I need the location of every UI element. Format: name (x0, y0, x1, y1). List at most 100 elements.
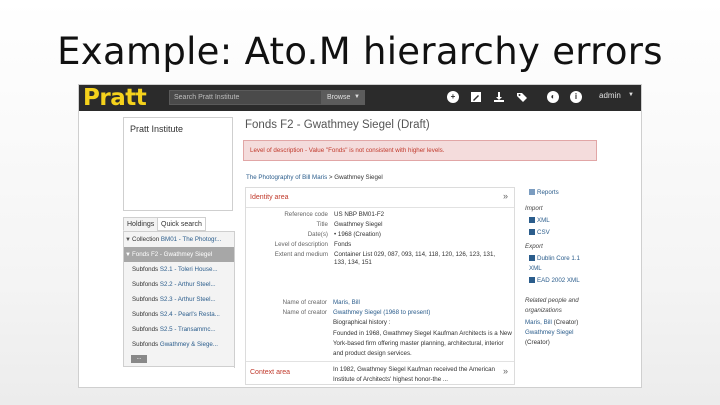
biography-heading: Biographical history : (333, 319, 391, 326)
tree-item-label[interactable]: S2.2 - Arthur Steel... (160, 281, 216, 288)
more-button[interactable]: ... (131, 355, 147, 363)
field-label: Reference code (284, 211, 328, 218)
info-icon[interactable]: i (570, 91, 582, 103)
biography-paragraph: In 1982, Gwathmey Siegel Kaufman receive… (333, 366, 495, 383)
tree-item-label[interactable]: F2 - Gwathmey Siegel (151, 251, 212, 258)
tree-item-level: Subfonds (132, 266, 159, 273)
tree-item-label[interactable]: BM01 - The Photogr... (161, 236, 221, 243)
tree-item[interactable]: Subfonds S2.2 - Arthur Steel... (124, 277, 234, 292)
field-value: Maris, Bill (333, 299, 513, 307)
import-csv-label: CSV (537, 229, 550, 236)
tree-item-label[interactable]: Gwathmey & Siege... (160, 341, 218, 348)
repository-logo-box[interactable]: Pratt Institute (123, 117, 233, 211)
identity-expand-icon[interactable]: » (503, 191, 508, 201)
tree-item[interactable]: Subfonds Gwathmey & Siege... (124, 337, 234, 352)
import-csv-link[interactable]: CSV (529, 229, 550, 236)
tree-item-label[interactable]: S2.1 - Toleri House... (160, 266, 218, 273)
field-label: Title (316, 221, 328, 228)
creator-link[interactable]: Maris, Bill (333, 299, 360, 306)
tree-item-level: Subfonds (132, 341, 159, 348)
atom-screenshot: Pratt Search Pratt Institute Browse ▼ + … (78, 84, 642, 388)
slide-title: Example: Ato.M hierarchy errors (57, 30, 663, 73)
tab-quick-search[interactable]: Quick search (157, 217, 206, 231)
tree-item[interactable]: Subfonds S2.4 - Pearl's Resta... (124, 307, 234, 322)
tree-item-active[interactable]: ▼Fonds F2 - Gwathmey Siegel (124, 247, 234, 262)
tree-item[interactable]: Subfonds S2.5 - Transammc... (124, 322, 234, 337)
tree-item-level: Subfonds (132, 311, 159, 318)
download-icon[interactable] (493, 91, 505, 103)
breadcrumb: The Photography of Bill Maris > Gwathmey… (246, 174, 383, 181)
field-label: Extent and medium (274, 251, 328, 258)
import-xml-link[interactable]: XML (529, 217, 550, 224)
error-message: Level of description - Value "Fonds" is … (250, 147, 445, 154)
related-entry: Maris, Bill (Creator) (525, 319, 578, 326)
import-heading: Import (525, 205, 543, 212)
page-title: Fonds F2 - Gwathmey Siegel (Draft) (245, 119, 430, 131)
field-value: US NBP BM01-F2 (334, 211, 385, 218)
tags-icon[interactable] (516, 91, 528, 103)
browse-label: Browse (327, 94, 351, 101)
related-heading: organizations (525, 307, 562, 314)
breadcrumb-separator: > (328, 174, 333, 181)
identity-area-heading[interactable]: Identity area (250, 194, 289, 201)
upload-icon (529, 217, 535, 223)
tree-item-label[interactable]: S2.3 - Arthur Steel... (160, 296, 216, 303)
section-divider (246, 361, 514, 362)
related-name-link[interactable]: Gwathmey Siegel (525, 329, 574, 336)
tree-item-label[interactable]: S2.5 - Transammc... (160, 326, 216, 333)
download-icon (529, 255, 535, 261)
globe-icon[interactable]: ◐ (547, 91, 559, 103)
reports-link[interactable]: Reports (529, 189, 559, 196)
tree-item[interactable]: ▼Collection BM01 - The Photogr... (124, 232, 234, 247)
import-xml-label: XML (537, 217, 550, 224)
tree-scrollbar[interactable] (234, 232, 235, 368)
repository-name: Pratt Institute (130, 124, 184, 134)
field-value: Gwathmey Siegel (1968 to present) (333, 309, 513, 317)
error-alert: Level of description - Value "Fonds" is … (243, 140, 597, 161)
biography-paragraph: Founded in 1968, Gwathmey Siegel Kaufman… (333, 330, 512, 357)
site-logo[interactable]: Pratt (83, 86, 147, 110)
tree-item[interactable]: Subfonds S2.3 - Arthur Steel... (124, 292, 234, 307)
creator-link[interactable]: Gwathmey Siegel (1968 to present) (333, 309, 430, 316)
sidebar-tabs: Holdings Quick search (123, 217, 233, 231)
reports-label: Reports (537, 189, 559, 196)
section-divider (246, 207, 514, 208)
upload-icon (529, 229, 535, 235)
plus-icon[interactable]: + (447, 91, 459, 103)
related-name-link[interactable]: Maris, Bill (525, 319, 552, 326)
tree-item[interactable]: Subfonds S2.1 - Toleri House... (124, 262, 234, 277)
field-value: Container List 029, 087, 093, 114, 118, … (334, 251, 496, 266)
tree-expand-icon[interactable]: ▼ (124, 233, 132, 247)
edit-icon[interactable] (470, 91, 482, 103)
breadcrumb-current: Gwathmey Siegel (334, 174, 383, 181)
report-icon (529, 189, 535, 195)
related-heading: Related people and (525, 297, 579, 304)
user-menu[interactable]: admin (599, 91, 621, 100)
tab-holdings[interactable]: Holdings (123, 217, 159, 231)
tree-item-level: Fonds (132, 251, 150, 258)
tree-item-level: Subfonds (132, 326, 159, 333)
tree-expand-icon[interactable]: ▼ (124, 248, 132, 262)
tree-item-level: Subfonds (132, 296, 159, 303)
export-dc-link[interactable]: Dublin Core 1.1 (529, 255, 580, 262)
browse-menu-button[interactable]: Browse ▼ (321, 90, 365, 105)
field-label: Name of creator (282, 299, 327, 306)
field-label: Name of creator (282, 309, 327, 316)
holdings-tree: ▼Collection BM01 - The Photogr... ▼Fonds… (123, 231, 235, 368)
download-icon (529, 277, 535, 283)
tree-item-label[interactable]: S2.4 - Pearl's Resta... (160, 311, 220, 318)
export-heading: Export (525, 243, 543, 250)
field-value: • 1968 (Creation) (334, 231, 381, 238)
field-value: Gwathmey Siegel (334, 221, 383, 228)
chevron-down-icon: ▼ (354, 94, 360, 100)
breadcrumb-parent-link[interactable]: The Photography of Bill Maris (246, 174, 327, 181)
export-dc-label: Dublin Core 1.1 (537, 255, 580, 262)
context-area-heading[interactable]: Context area (250, 369, 290, 376)
field-label: Level of description (274, 241, 328, 248)
export-ead-link[interactable]: EAD 2002 XML (529, 277, 580, 284)
tree-item-level: Collection (132, 236, 160, 243)
export-dc-xml-label[interactable]: XML (529, 265, 542, 272)
field-label: Date(s) (307, 231, 328, 238)
chevron-down-icon: ▼ (628, 92, 634, 98)
related-role: (Creator) (525, 339, 550, 346)
